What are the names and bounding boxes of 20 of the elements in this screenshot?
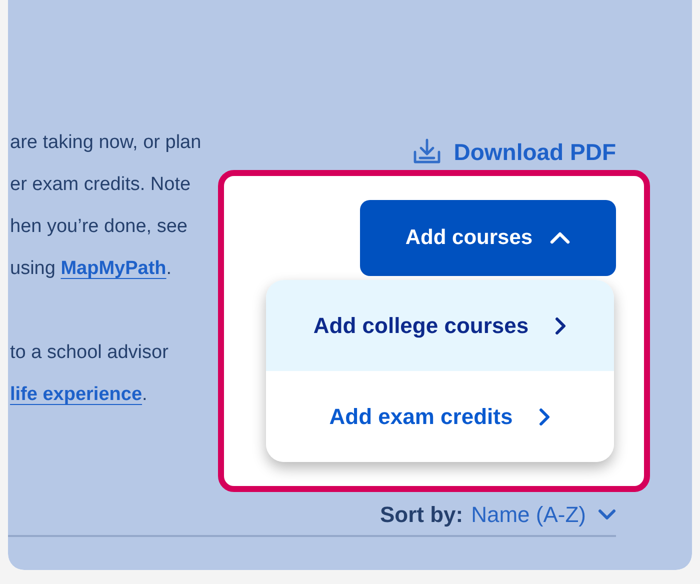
body-text: er exam credits. Note: [10, 174, 191, 195]
sort-dropdown[interactable]: Name (A-Z): [471, 502, 616, 528]
body-text: to a school advisor: [10, 342, 168, 363]
chevron-right-icon: [538, 406, 551, 426]
chevron-right-icon: [554, 316, 567, 336]
text-link[interactable]: life experience: [10, 384, 142, 405]
download-link[interactable]: Download PDF: [412, 136, 616, 168]
download-icon: [412, 138, 442, 166]
menu-item[interactable]: Add college courses: [266, 280, 614, 371]
body-text: using: [10, 258, 56, 279]
body-text: are taking now, or plan: [10, 132, 202, 153]
body-text: hen you’re done, see: [10, 216, 188, 237]
body-text: .: [166, 258, 172, 279]
sort-label: Sort by:: [380, 502, 464, 528]
menu-item[interactable]: Add exam credits: [266, 371, 614, 462]
add-courses-button[interactable]: Add courses: [360, 200, 616, 276]
chevron-down-icon: [598, 509, 616, 521]
text-link[interactable]: MapMyPath: [60, 258, 166, 279]
caret-icon: [548, 231, 571, 245]
body-text: .: [142, 384, 148, 405]
